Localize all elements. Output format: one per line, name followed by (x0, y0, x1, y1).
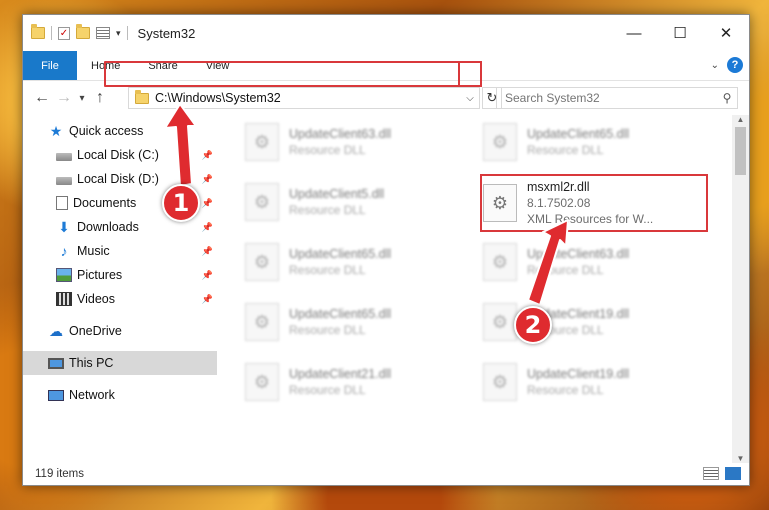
arrow-to-address-bar (164, 103, 197, 187)
annotation-arrows (164, 103, 569, 306)
step-callout-2: 2 (514, 306, 552, 344)
step-callout-1: 1 (162, 184, 200, 222)
arrow-to-file (527, 219, 569, 306)
